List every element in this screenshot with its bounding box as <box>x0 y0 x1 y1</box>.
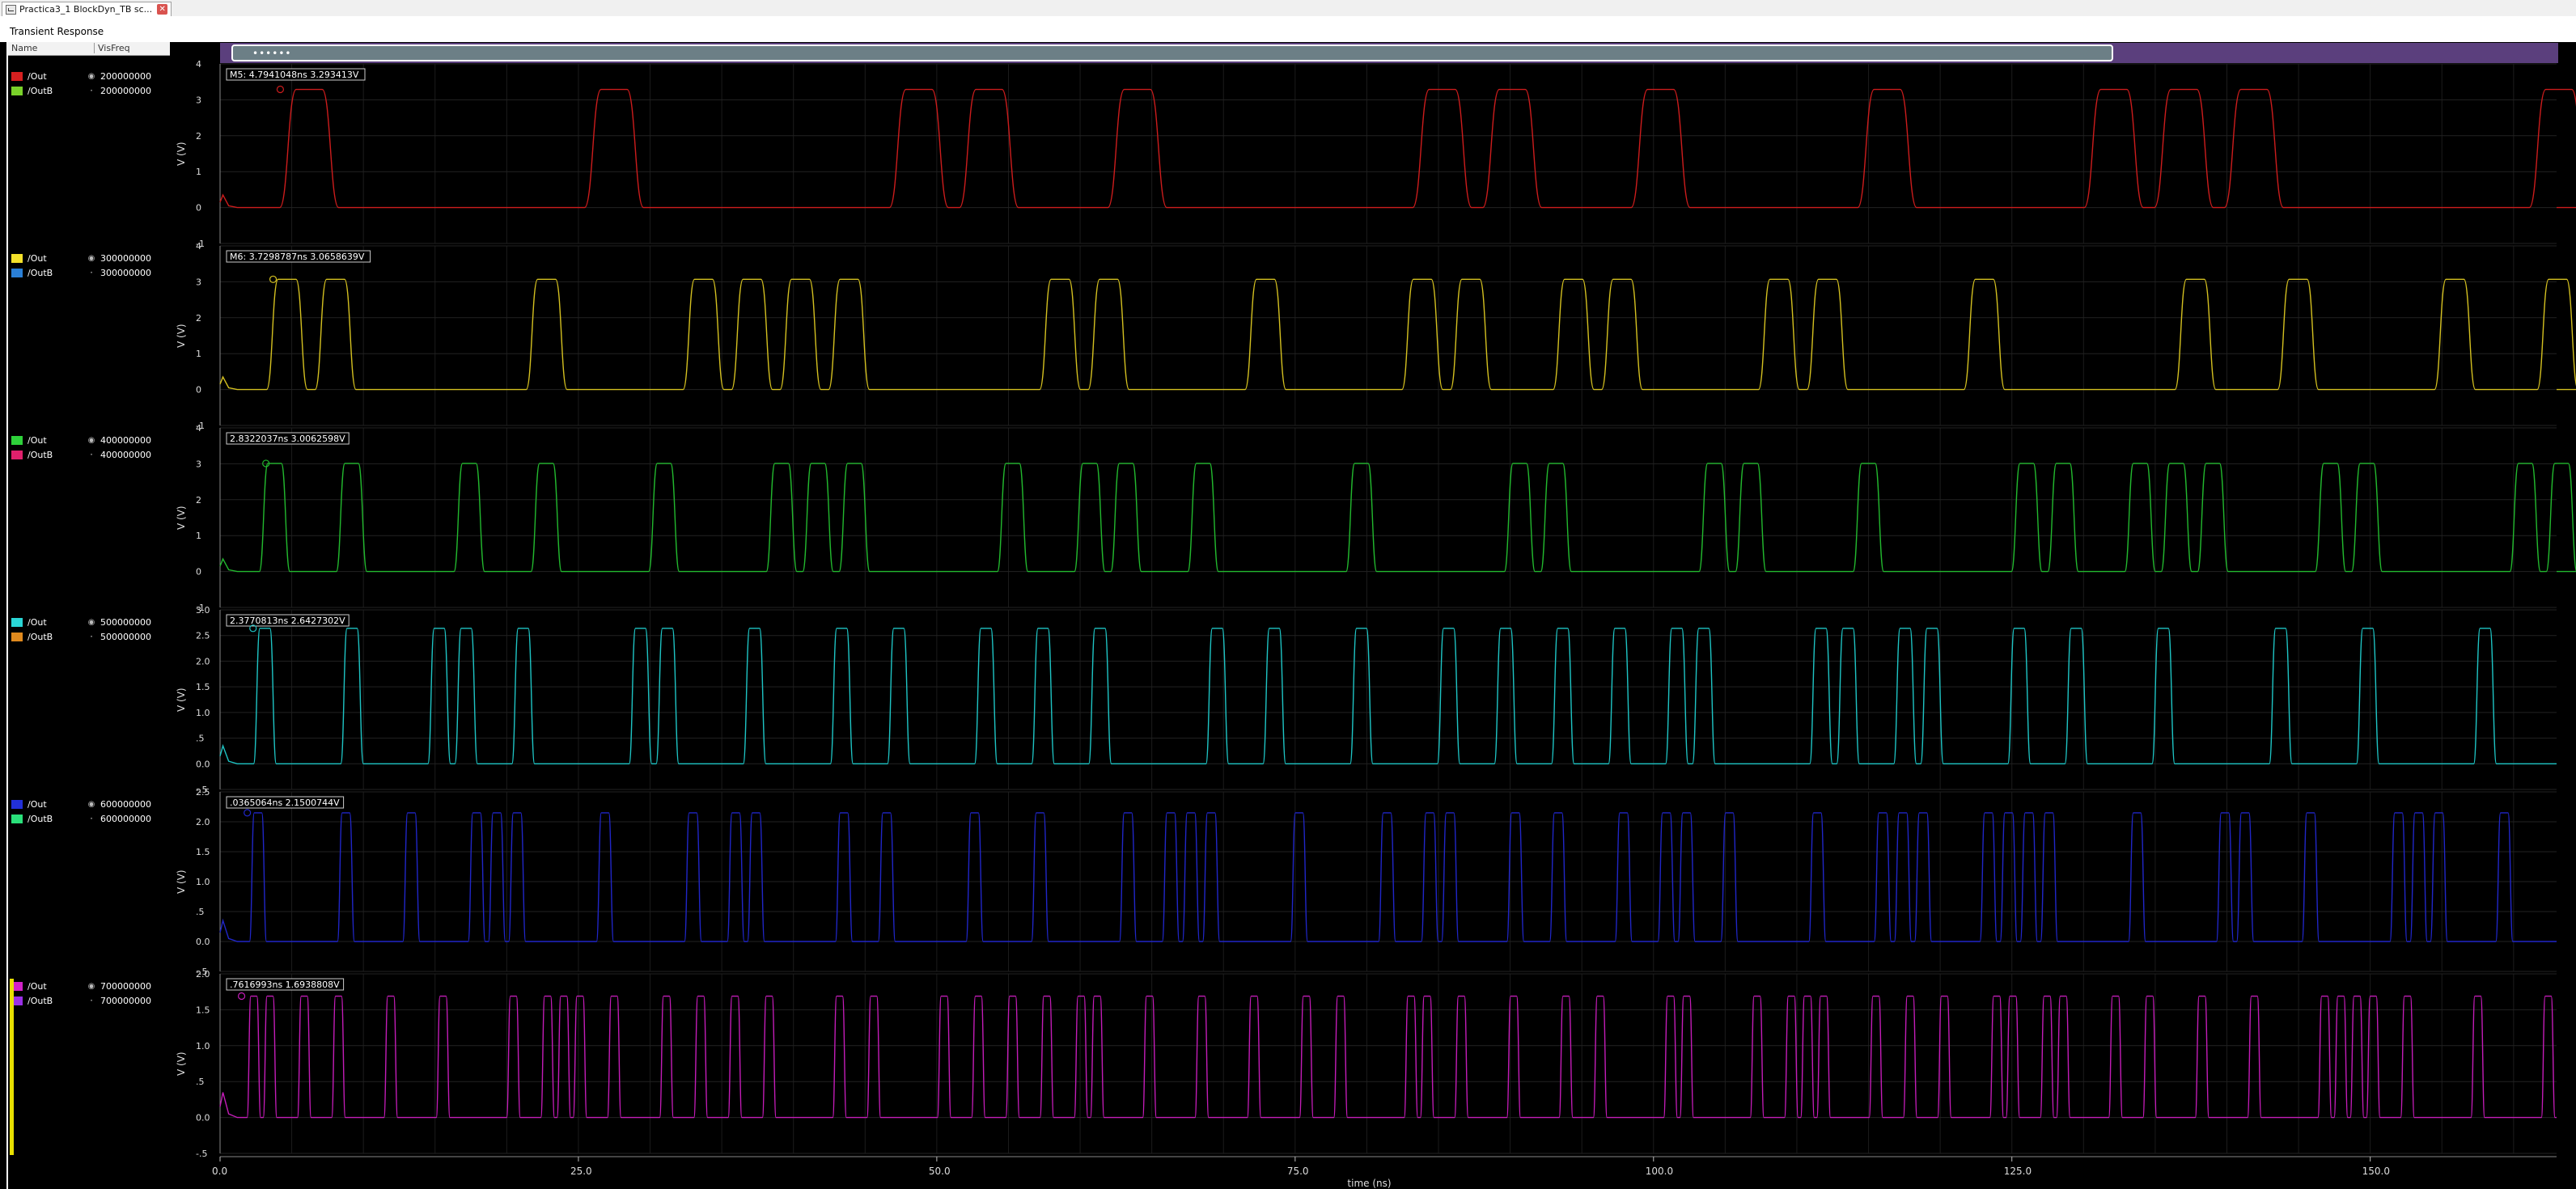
x-tick-label: 25.0 <box>570 1166 592 1177</box>
waveform-trace <box>219 463 2576 573</box>
marker-label: .7616993ns 1.6938808V <box>226 978 345 991</box>
waveform-trace <box>219 995 2557 1119</box>
y-tick-label: 0 <box>196 385 201 396</box>
y-tick-label: 2.5 <box>196 631 210 641</box>
y-tick-label: 0.0 <box>196 759 210 769</box>
y-tick-label: 2.0 <box>196 969 210 980</box>
marker-label: 2.3770813ns 2.6427302V <box>226 614 350 627</box>
marker-text: 2.3770813ns 2.6427302V <box>230 616 345 626</box>
marker-label: M6: 3.7298787ns 3.0658639V <box>226 250 371 263</box>
waveform-trace <box>219 628 2557 764</box>
y-tick-label: 1 <box>196 349 201 359</box>
marker-label: .0365064ns 2.1500744V <box>226 796 345 809</box>
marker-text: M6: 3.7298787ns 3.0658639V <box>230 252 365 262</box>
y-tick-label: .5 <box>196 1077 205 1087</box>
y-axis-label: V (V) <box>176 324 187 348</box>
marker-label: 2.8322037ns 3.0062598V <box>226 432 350 445</box>
y-tick-label: 0 <box>196 203 201 214</box>
y-tick-label: 1.0 <box>196 877 210 887</box>
x-tick-label: 150.0 <box>2362 1166 2390 1177</box>
y-tick-label: 2 <box>196 495 201 506</box>
x-tick-label: 0.0 <box>212 1166 227 1177</box>
y-tick-label: 4 <box>196 423 201 434</box>
x-tick-label: 50.0 <box>929 1166 951 1177</box>
y-axis-label: V (V) <box>176 142 187 166</box>
waveform-trace <box>219 88 2576 209</box>
y-tick-label: 3 <box>196 95 201 105</box>
x-tick-label: 100.0 <box>1646 1166 1673 1177</box>
y-tick-label: .5 <box>196 734 205 744</box>
y-tick-label: 1 <box>196 531 201 541</box>
waveform-trace <box>219 278 2576 391</box>
marker-text: M5: 4.7941048ns 3.293413V <box>230 70 359 80</box>
waveform-trace <box>219 812 2557 942</box>
y-tick-label: 3 <box>196 459 201 469</box>
marker-label: M5: 4.7941048ns 3.293413V <box>226 68 366 81</box>
marker-point <box>237 992 246 1001</box>
y-tick-label: 1.0 <box>196 1041 210 1051</box>
waveform-plot[interactable]: 43210-1V (V)M5: 4.7941048ns 3.293413V432… <box>0 0 2576 1189</box>
y-tick-label: 4 <box>196 59 201 70</box>
y-tick-label: 1.0 <box>196 708 210 718</box>
y-tick-label: 1 <box>196 167 201 177</box>
y-tick-label: 4 <box>196 241 201 252</box>
y-tick-label: 2 <box>196 313 201 324</box>
marker-point <box>276 85 285 94</box>
y-axis-label: V (V) <box>176 870 187 894</box>
y-tick-label: -.5 <box>196 1149 207 1159</box>
y-axis-label: V (V) <box>176 1051 187 1076</box>
marker-text: .0365064ns 2.1500744V <box>230 798 340 808</box>
marker-text: .7616993ns 1.6938808V <box>230 980 340 990</box>
y-axis-label: V (V) <box>176 688 187 712</box>
marker-text: 2.8322037ns 3.0062598V <box>230 434 345 444</box>
y-tick-label: 3 <box>196 277 201 287</box>
y-tick-label: .5 <box>196 907 205 917</box>
y-tick-label: 2 <box>196 131 201 142</box>
y-tick-label: 0 <box>196 567 201 578</box>
y-tick-label: 1.5 <box>196 1005 210 1015</box>
y-tick-label: 0.0 <box>196 1113 210 1123</box>
y-axis-label: V (V) <box>176 506 187 530</box>
y-tick-label: 1.5 <box>196 847 210 857</box>
y-tick-label: 0.0 <box>196 937 210 947</box>
y-tick-label: 2.0 <box>196 817 210 827</box>
y-tick-label: 2.0 <box>196 656 210 666</box>
y-tick-label: 2.5 <box>196 787 210 798</box>
x-axis-label: time (ns) <box>1347 1178 1391 1189</box>
x-tick-label: 75.0 <box>1287 1166 1309 1177</box>
x-tick-label: 125.0 <box>2004 1166 2032 1177</box>
y-tick-label: 3.0 <box>196 605 210 616</box>
marker-point <box>244 809 252 817</box>
y-tick-label: 1.5 <box>196 682 210 692</box>
